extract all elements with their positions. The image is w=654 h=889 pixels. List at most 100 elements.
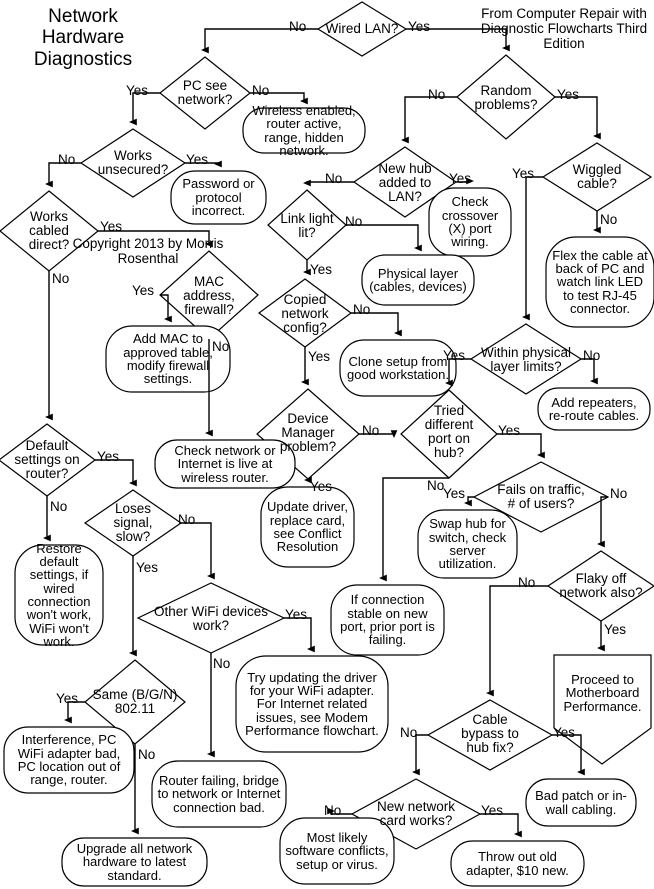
node-password[interactable]: Password or protocol incorrect.	[173, 173, 264, 222]
node-upgrade-all[interactable]: Upgrade all network hardware to latest s…	[64, 839, 205, 885]
node-bad-patch[interactable]: Bad patch or in-wall cabling.	[528, 781, 634, 824]
edge-label-wired-lan-yes: Yes	[408, 19, 431, 34]
node-default-settings[interactable]: Default settings on router?	[5, 437, 89, 483]
edge-label-flaky-no: No	[518, 575, 536, 590]
node-within-limits[interactable]: Within physical layer limits?	[477, 337, 575, 383]
node-label: Loses signal, slow?	[113, 501, 153, 544]
node-label: Wireless enabled, router active, range, …	[252, 102, 356, 158]
edge-label-loses-no: No	[178, 512, 196, 527]
node-wireless-enabled[interactable]: Wireless enabled, router active, range, …	[245, 104, 363, 157]
node-label: Device Manager problem?	[279, 411, 337, 454]
node-link-light[interactable]: Link light lit?	[271, 207, 343, 245]
node-label: Most likely software conflicts, setup or…	[285, 829, 389, 872]
edge-label-newhub-no: No	[325, 171, 343, 186]
node-update-driver[interactable]: Update driver, replace card, see Conflic…	[263, 489, 352, 565]
edge-label-otherwifi-no: No	[213, 656, 231, 671]
edge-label-link-yes: Yes	[310, 262, 333, 277]
flowchart-canvas: Network Hardware Diagnostics From Comput…	[0, 0, 654, 889]
node-label: Wired LAN?	[325, 21, 399, 37]
node-label: Add MAC to approved table, modify firewa…	[123, 331, 213, 387]
edge-label-pc-see-no: No	[252, 83, 270, 98]
node-try-updating[interactable]: Try updating the driver for your WiFi ad…	[240, 658, 384, 750]
edge-label-same-no: No	[138, 747, 156, 762]
node-label: MAC address, firewall?	[183, 274, 235, 317]
node-label: Interference, PC WiFi adapter bad, PC lo…	[17, 732, 121, 788]
node-device-manager[interactable]: Device Manager problem?	[262, 409, 354, 457]
node-flex-cable[interactable]: Flex the cable at back of PC and watch l…	[548, 239, 652, 325]
page-title: Network Hardware Diagnostics	[33, 6, 133, 70]
node-label: Random problems?	[474, 83, 538, 112]
edge-label-wired-lan-no: No	[289, 19, 307, 34]
node-restore-default[interactable]: Restore default settings, if wired conne…	[17, 541, 101, 648]
node-tried-port[interactable]: Tried different port on hub?	[411, 400, 487, 464]
edge-label-devmgr-no: No	[362, 423, 380, 438]
node-label: Update driver, replace card, see Conflic…	[267, 499, 348, 555]
edge-label-unsecured-yes: Yes	[186, 152, 209, 167]
edge-label-default-no: No	[50, 499, 68, 514]
node-loses-signal[interactable]: Loses signal, slow?	[97, 501, 169, 545]
node-label: Within physical layer limits?	[480, 345, 572, 374]
node-label: Swap hub for switch, check server utiliz…	[428, 516, 507, 572]
edge-label-within-no: No	[583, 348, 601, 363]
node-label: Router failing, bridge to network or Int…	[157, 772, 281, 815]
node-label: Flex the cable at back of PC and watch l…	[552, 247, 648, 317]
node-cable-bypass[interactable]: Cable bypass to hub fix?	[450, 711, 530, 757]
edge-label-otherwifi-yes: Yes	[285, 607, 308, 622]
node-label: Check crossover (X) port wiring.	[441, 194, 499, 250]
node-throw-out[interactable]: Throw out old adapter, $10 new.	[453, 843, 582, 884]
node-same-bgn[interactable]: Same (B/G/N) 802.11	[90, 678, 180, 726]
node-label: Cable bypass to hub fix?	[461, 712, 519, 755]
node-physical-layer[interactable]: Physical layer (cables, devices)	[364, 257, 472, 303]
node-flaky-off[interactable]: Flaky off network also?	[554, 563, 648, 609]
node-copied-config[interactable]: Copied network config?	[268, 291, 342, 337]
node-add-mac[interactable]: Add MAC to approved table, modify firewa…	[108, 328, 228, 390]
edge-label-wiggled-yes: Yes	[512, 166, 535, 181]
node-label: Physical layer (cables, devices)	[369, 265, 467, 294]
edge-label-bypass-no: No	[400, 725, 418, 740]
node-swap-hub[interactable]: Swap hub for switch, check server utiliz…	[420, 512, 515, 576]
edge-label-cabled-no: No	[52, 271, 70, 286]
edge-label-flaky-yes: Yes	[604, 622, 627, 637]
source-note: From Computer Repair with Diagnostic Flo…	[480, 6, 648, 52]
edge-label-copied-no: No	[353, 302, 371, 317]
node-label: Default settings on router?	[14, 438, 80, 481]
edge-label-newcard-yes: Yes	[481, 803, 504, 818]
edge-label-loses-yes: Yes	[136, 560, 159, 575]
node-label: Add repeaters, re-route cables.	[548, 394, 640, 423]
edge-label-link-no: No	[345, 214, 363, 229]
node-add-repeaters[interactable]: Add repeaters, re-route cables.	[540, 390, 648, 428]
node-label: Wiggled cable?	[572, 162, 622, 191]
node-router-failing[interactable]: Router failing, bridge to network or Int…	[154, 763, 284, 825]
edge-label-newcard-no: No	[324, 803, 342, 818]
node-pc-see-network[interactable]: PC see network?	[164, 72, 246, 114]
node-wired-lan[interactable]: Wired LAN?	[322, 9, 402, 49]
node-label: Proceed to Motherboard Performance.	[563, 671, 642, 714]
node-most-likely[interactable]: Most likely software conflicts, setup or…	[282, 820, 392, 882]
node-interference[interactable]: Interference, PC WiFi adapter bad, PC lo…	[6, 729, 132, 791]
node-mac-firewall[interactable]: MAC address, firewall?	[168, 272, 250, 320]
node-other-wifi[interactable]: Other WiFi devices work?	[150, 596, 272, 641]
edge-label-bypass-yes: Yes	[553, 725, 576, 740]
edge-label-mac-no: No	[212, 339, 230, 354]
node-proceed-motherboard[interactable]: Proceed to Motherboard Performance.	[556, 662, 649, 724]
node-label: Restore default settings, if wired conne…	[26, 540, 92, 650]
edge-label-devmgr-yes: Yes	[310, 479, 333, 494]
node-label: If connection stable on new port, prior …	[340, 592, 435, 648]
node-if-connection[interactable]: If connection stable on new port, prior …	[333, 587, 442, 653]
edge-label-unsecured-no: No	[58, 152, 76, 167]
node-wiggled-cable[interactable]: Wiggled cable?	[555, 157, 639, 197]
edge-label-newhub-yes: Yes	[449, 171, 472, 186]
node-label: Clone setup from good workstation.	[347, 353, 449, 382]
node-clone-setup[interactable]: Clone setup from good workstation.	[342, 342, 454, 394]
edge-label-same-yes: Yes	[56, 691, 79, 706]
node-check-crossover[interactable]: Check crossover (X) port wiring.	[431, 190, 509, 254]
node-label: Try updating the driver for your WiFi ad…	[245, 669, 379, 739]
node-random-problems[interactable]: Random problems?	[462, 78, 550, 118]
edge-label-fails-yes: Yes	[443, 486, 466, 501]
edge-label-wiggled-no: No	[600, 212, 618, 227]
node-label: Same (B/G/N) 802.11	[92, 687, 178, 716]
node-label: Tried different port on hub?	[424, 403, 474, 460]
node-works-cabled[interactable]: Works cabled direct?	[8, 206, 90, 256]
node-label: Upgrade all network hardware to latest s…	[76, 840, 193, 883]
node-works-unsecured[interactable]: Works unsecured?	[86, 145, 180, 181]
